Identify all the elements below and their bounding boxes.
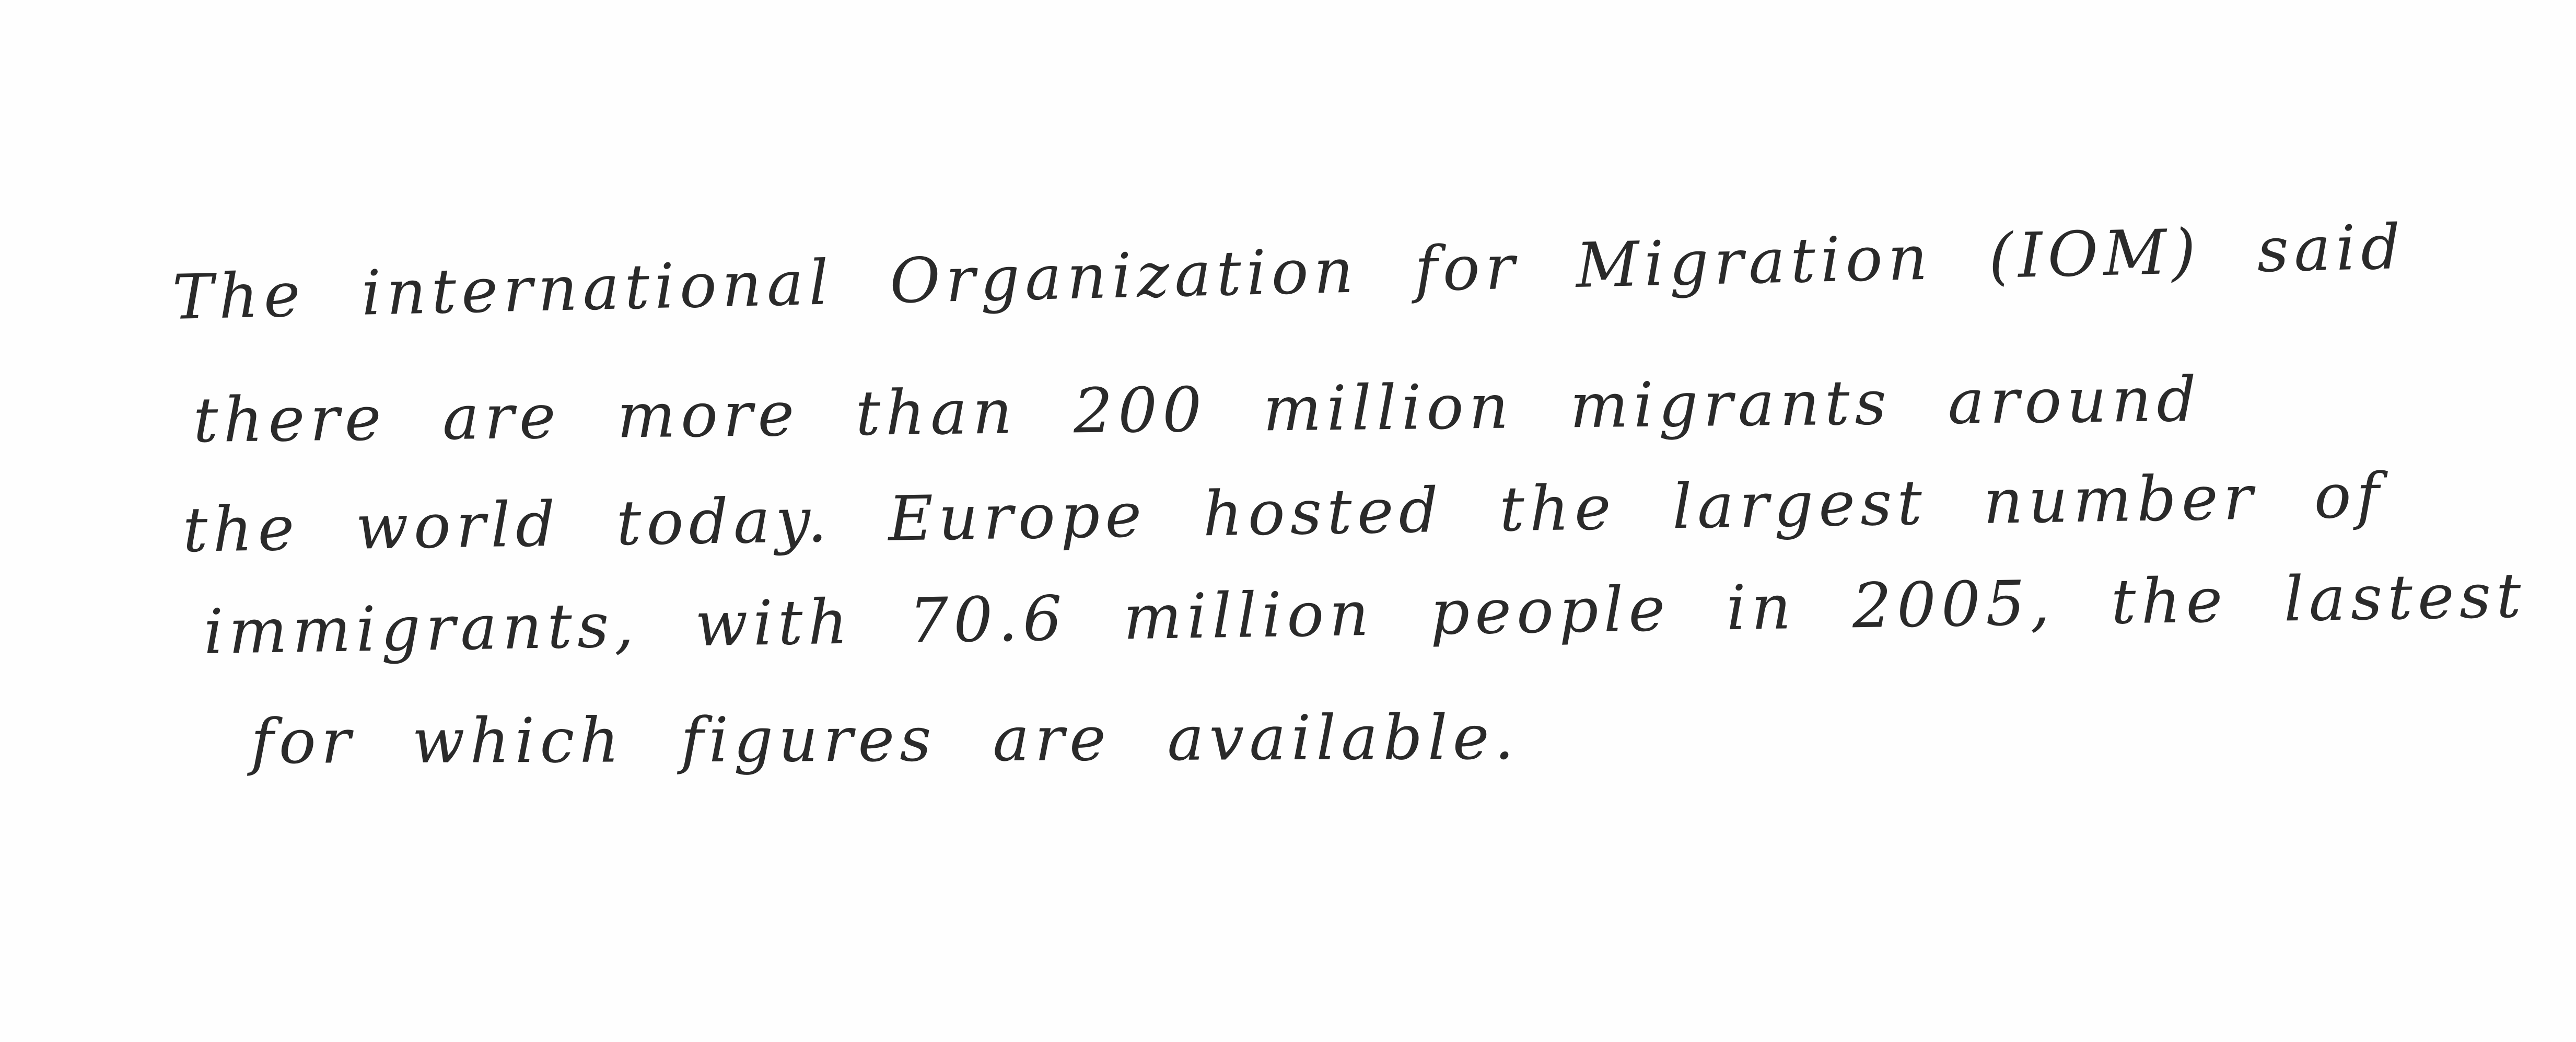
text-line-1: The international Organization for Migra… — [171, 211, 2407, 333]
handwritten-page: The international Organization for Migra… — [0, 0, 2576, 1042]
text-line-4: immigrants, with 70.6 million people in … — [203, 555, 2576, 668]
text-line-3: the world today. Europe hosted the large… — [182, 459, 2385, 566]
text-line-5: for which figures are available. — [250, 701, 1520, 778]
text-line-2: there are more than 200 million migrants… — [193, 363, 2202, 456]
